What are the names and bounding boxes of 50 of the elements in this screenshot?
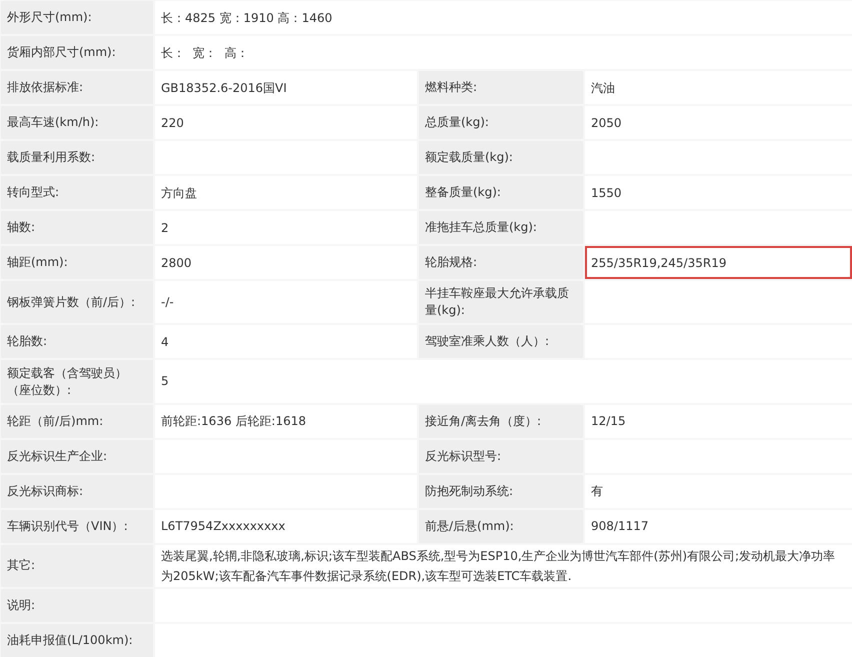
field-label: 轴数:	[1, 211, 153, 244]
value-text: 2800	[161, 254, 192, 272]
field-label: 钢板弹簧片数（前/后）:	[1, 281, 153, 324]
value-text: 12/15	[591, 413, 626, 430]
field-label: 转向型式:	[1, 176, 153, 209]
field-label: 轮距（前/后)mm:	[1, 404, 153, 438]
value-text: -/-	[161, 294, 174, 312]
field-label: 其它:	[1, 544, 153, 587]
value-text: 2	[161, 220, 169, 236]
value-text: 方向盘	[161, 184, 197, 202]
value-text: 908/1117	[591, 518, 648, 536]
field-label: 油耗申报值(L/100km):	[1, 624, 153, 657]
value-text: 长：4825 宽：1910 高：1460	[161, 10, 332, 26]
field-label: 驾驶室准乘人数（人）:	[419, 325, 583, 358]
value-text: 有	[591, 483, 603, 500]
field-label: 排放依据标准:	[1, 71, 153, 104]
field-label: 轮胎数:	[1, 325, 153, 358]
field-label: 货厢内部尺寸(mm):	[1, 36, 153, 69]
field-label: 燃料种类:	[419, 71, 583, 104]
field-label: 准拖挂车总质量(kg):	[419, 211, 583, 244]
value-text: 选装尾翼,轮辋,非隐私玻璃,标识;该车型装配ABS系统,型号为ESP10,生产企业为博世汽车部件(苏州)有限公司;发动机最大净功率为205kW;该车配备汽车事件数据记录系统(EDR),该车型可选装ETC车载装置.	[161, 548, 836, 585]
field-label: 总质量(kg):	[419, 106, 583, 139]
value-text: 长： 宽： 高：	[161, 44, 248, 62]
field-label: 半挂车鞍座最大允许承载质量(kg):	[419, 281, 583, 324]
value-text: 1550	[591, 184, 622, 202]
field-label: 反光标识型号:	[419, 440, 583, 473]
value-text: 4	[161, 334, 169, 351]
field-label: 载质量利用系数:	[1, 141, 153, 174]
field-label: 额定载质量(kg):	[419, 141, 583, 174]
highlighted-value: 255/35R19,245/35R19	[591, 254, 726, 272]
value-text: 前轮距:1636 后轮距:1618	[161, 413, 306, 430]
field-label: 反光标识商标:	[1, 474, 153, 508]
field-label: 最高车速(km/h):	[1, 106, 153, 139]
field-label: 额定载客（含驾驶员）（座位数）:	[1, 360, 153, 403]
field-label: 轮胎规格:	[419, 246, 583, 279]
field-label: 轴距(mm):	[1, 246, 153, 279]
value-text: 汽油	[591, 80, 615, 96]
field-label: 反光标识生产企业:	[1, 440, 153, 473]
field-label: 整备质量(kg):	[419, 176, 583, 209]
field-label: 外形尺寸(mm):	[1, 1, 153, 34]
field-label: 接近角/离去角（度）:	[419, 404, 583, 438]
value-text: 2050	[591, 114, 622, 132]
value-text: L6T7954Zxxxxxxxxx	[161, 518, 286, 536]
value-text: GB18352.6-2016国VI	[161, 80, 287, 96]
field-label: 前悬/后悬(mm):	[419, 510, 583, 543]
field-label: 防抱死制动系统:	[419, 474, 583, 508]
field-label: 说明:	[1, 589, 153, 622]
field-label: 车辆识别代号（VIN）:	[1, 510, 153, 543]
value-text: 220	[161, 114, 184, 132]
value-text: 5	[161, 373, 169, 390]
